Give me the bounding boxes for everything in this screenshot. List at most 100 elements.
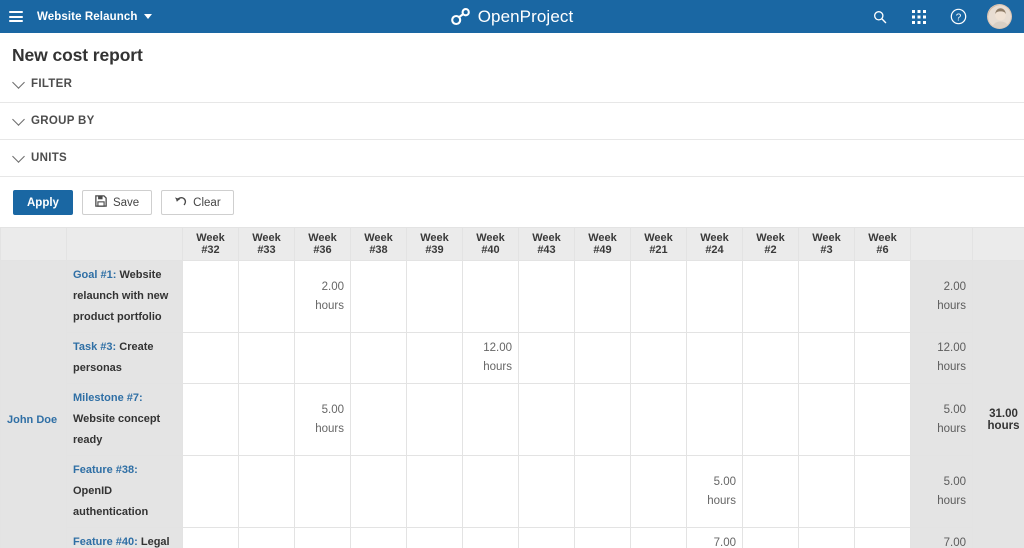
column-header-week-49[interactable]: Week #49 [574, 227, 631, 261]
cost-cell[interactable] [630, 455, 687, 528]
cost-cell[interactable] [686, 260, 743, 333]
workpackage-id[interactable]: Goal #1: [73, 269, 116, 281]
user-group-label-john-doe[interactable]: John Doe [0, 260, 67, 548]
cost-cell[interactable] [630, 527, 687, 548]
column-header-week-36[interactable]: Week #36 [294, 227, 351, 261]
cost-cell[interactable] [574, 332, 631, 384]
group-by-section-toggle[interactable]: GROUP BY [0, 103, 1024, 140]
save-button[interactable]: Save [81, 190, 153, 215]
cost-cell[interactable] [798, 332, 855, 384]
cost-cell[interactable] [238, 332, 295, 384]
cost-cell[interactable] [630, 383, 687, 456]
apply-button[interactable]: Apply [13, 190, 73, 215]
workpackage-label[interactable]: Goal #1: Website relaunch with new produ… [66, 260, 183, 333]
cost-cell[interactable] [518, 527, 575, 548]
help-circle-icon[interactable]: ? [948, 7, 968, 27]
cost-cell[interactable] [238, 527, 295, 548]
cost-cell[interactable] [518, 455, 575, 528]
cost-cell[interactable] [742, 260, 799, 333]
column-header-week-40[interactable]: Week #40 [462, 227, 519, 261]
cost-cell[interactable] [238, 455, 295, 528]
cost-cell[interactable] [238, 260, 295, 333]
workpackage-label[interactable]: Milestone #7: Website concept ready [66, 383, 183, 456]
column-header-week-39[interactable]: Week #39 [406, 227, 463, 261]
cost-cell[interactable] [294, 455, 351, 528]
cost-cell[interactable] [742, 455, 799, 528]
workpackage-label[interactable]: Feature #38: OpenID authentication [66, 455, 183, 528]
cost-cell[interactable] [350, 455, 407, 528]
cost-cell[interactable] [294, 332, 351, 384]
cost-cell[interactable] [518, 332, 575, 384]
cost-cell[interactable] [798, 383, 855, 456]
cost-cell[interactable] [406, 383, 463, 456]
cost-cell[interactable] [350, 332, 407, 384]
openproject-logo[interactable]: OpenProject [451, 7, 574, 27]
cost-cell[interactable] [182, 260, 239, 333]
cost-cell[interactable] [518, 383, 575, 456]
clear-button[interactable]: Clear [161, 190, 234, 215]
cost-cell[interactable] [742, 527, 799, 548]
cost-cell[interactable] [686, 332, 743, 384]
cost-cell[interactable] [630, 332, 687, 384]
cost-cell[interactable] [462, 383, 519, 456]
cost-cell[interactable] [182, 455, 239, 528]
cost-cell[interactable] [294, 527, 351, 548]
cost-cell[interactable] [574, 383, 631, 456]
cost-cell[interactable] [518, 260, 575, 333]
cost-cell[interactable] [350, 260, 407, 333]
cost-cell[interactable] [406, 455, 463, 528]
cost-cell[interactable] [574, 455, 631, 528]
project-selector-label[interactable]: Website Relaunch [37, 11, 137, 23]
cost-cell[interactable] [742, 332, 799, 384]
cost-cell[interactable]: 2.00 hours [294, 260, 351, 333]
cost-cell[interactable] [854, 527, 911, 548]
column-header-week-43[interactable]: Week #43 [518, 227, 575, 261]
cost-cell[interactable] [182, 383, 239, 456]
workpackage-id[interactable]: Feature #40: [73, 536, 138, 548]
units-section-toggle[interactable]: UNITS [0, 140, 1024, 177]
user-avatar[interactable] [987, 4, 1012, 29]
chevron-down-icon[interactable] [144, 14, 153, 19]
hamburger-icon[interactable] [9, 11, 23, 22]
workpackage-id[interactable]: Milestone #7: [73, 392, 143, 404]
cost-cell[interactable] [854, 260, 911, 333]
grid-modules-icon[interactable] [909, 7, 929, 27]
column-header-week-33[interactable]: Week #33 [238, 227, 295, 261]
cost-cell[interactable] [798, 455, 855, 528]
column-header-week-3[interactable]: Week #3 [798, 227, 855, 261]
cost-cell[interactable] [182, 332, 239, 384]
cost-cell[interactable]: 12.00 hours [462, 332, 519, 384]
cost-cell[interactable] [854, 332, 911, 384]
column-header-week-38[interactable]: Week #38 [350, 227, 407, 261]
cost-cell[interactable] [406, 527, 463, 548]
search-icon[interactable] [870, 7, 890, 27]
filter-section-toggle[interactable]: FILTER [0, 66, 1024, 103]
cost-cell[interactable] [798, 527, 855, 548]
cost-cell[interactable] [798, 260, 855, 333]
column-header-week-24[interactable]: Week #24 [686, 227, 743, 261]
cost-cell[interactable] [182, 527, 239, 548]
cost-cell[interactable] [574, 260, 631, 333]
cost-cell[interactable] [854, 455, 911, 528]
cost-cell[interactable] [462, 455, 519, 528]
cost-cell[interactable] [406, 332, 463, 384]
column-header-week-21[interactable]: Week #21 [630, 227, 687, 261]
workpackage-id[interactable]: Feature #38: [73, 464, 138, 476]
cost-cell[interactable] [350, 527, 407, 548]
column-header-week-2[interactable]: Week #2 [742, 227, 799, 261]
column-header-week-32[interactable]: Week #32 [182, 227, 239, 261]
cost-cell[interactable] [350, 383, 407, 456]
cost-cell[interactable] [854, 383, 911, 456]
cost-cell[interactable] [462, 260, 519, 333]
cost-cell[interactable]: 5.00 hours [294, 383, 351, 456]
cost-cell[interactable] [686, 383, 743, 456]
cost-cell[interactable] [238, 383, 295, 456]
workpackage-id[interactable]: Task #3: [73, 341, 116, 353]
cost-cell[interactable] [574, 527, 631, 548]
cost-cell[interactable] [462, 527, 519, 548]
column-header-week-6[interactable]: Week #6 [854, 227, 911, 261]
cost-cell[interactable]: 7.00 hours [686, 527, 743, 548]
workpackage-label[interactable]: Task #3: Create personas [66, 332, 183, 384]
cost-cell[interactable] [406, 260, 463, 333]
cost-cell[interactable] [742, 383, 799, 456]
